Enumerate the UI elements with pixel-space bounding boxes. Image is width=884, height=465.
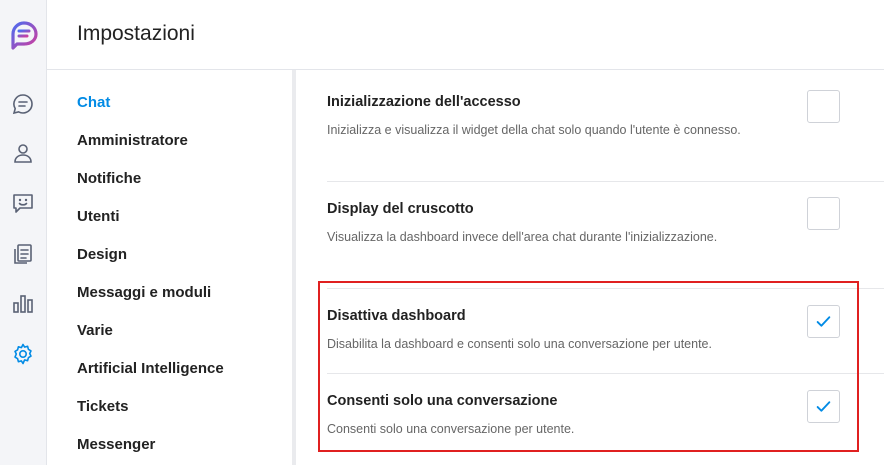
users-icon[interactable] [10, 140, 36, 166]
reports-icon[interactable] [10, 291, 36, 317]
setting-description: Visualizza la dashboard invece dell'area… [327, 230, 718, 244]
menu-item-utenti[interactable]: Utenti [77, 208, 120, 225]
login-initialization-checkbox[interactable] [807, 90, 840, 123]
setting-title: Inizializzazione dell'accesso [327, 94, 521, 110]
setting-title: Display del cruscotto [327, 201, 474, 217]
chat-support-icon[interactable] [10, 190, 36, 216]
settings-menu: Chat Amministratore Notifiche Utenti Des… [47, 70, 292, 465]
menu-item-messenger[interactable]: Messenger [77, 436, 155, 453]
highlight-box [318, 281, 859, 452]
top-bar: Impostazioni [47, 0, 884, 70]
setting-description: Inizializza e visualizza il widget della… [327, 123, 741, 137]
settings-icon[interactable] [10, 341, 36, 367]
menu-item-messaggi-e-moduli[interactable]: Messaggi e moduli [77, 284, 211, 301]
menu-item-notifiche[interactable]: Notifiche [77, 170, 141, 187]
menu-item-design[interactable]: Design [77, 246, 127, 263]
menu-item-artificial-intelligence[interactable]: Artificial Intelligence [77, 360, 224, 377]
dashboard-display-checkbox[interactable] [807, 197, 840, 230]
app-sidebar [0, 0, 47, 465]
menu-item-varie[interactable]: Varie [77, 322, 113, 339]
menu-item-amministratore[interactable]: Amministratore [77, 132, 188, 149]
divider [327, 181, 884, 182]
conversations-icon[interactable] [10, 91, 36, 117]
setting-dashboard-display: Display del cruscotto Visualizza la dash… [327, 201, 884, 248]
page-title: Impostazioni [77, 22, 195, 45]
menu-item-chat[interactable]: Chat [77, 94, 110, 111]
menu-item-tickets[interactable]: Tickets [77, 398, 128, 415]
articles-icon[interactable] [10, 241, 36, 267]
app-logo [11, 21, 38, 50]
setting-login-initialization: Inizializzazione dell'accesso Inizializz… [327, 94, 884, 141]
